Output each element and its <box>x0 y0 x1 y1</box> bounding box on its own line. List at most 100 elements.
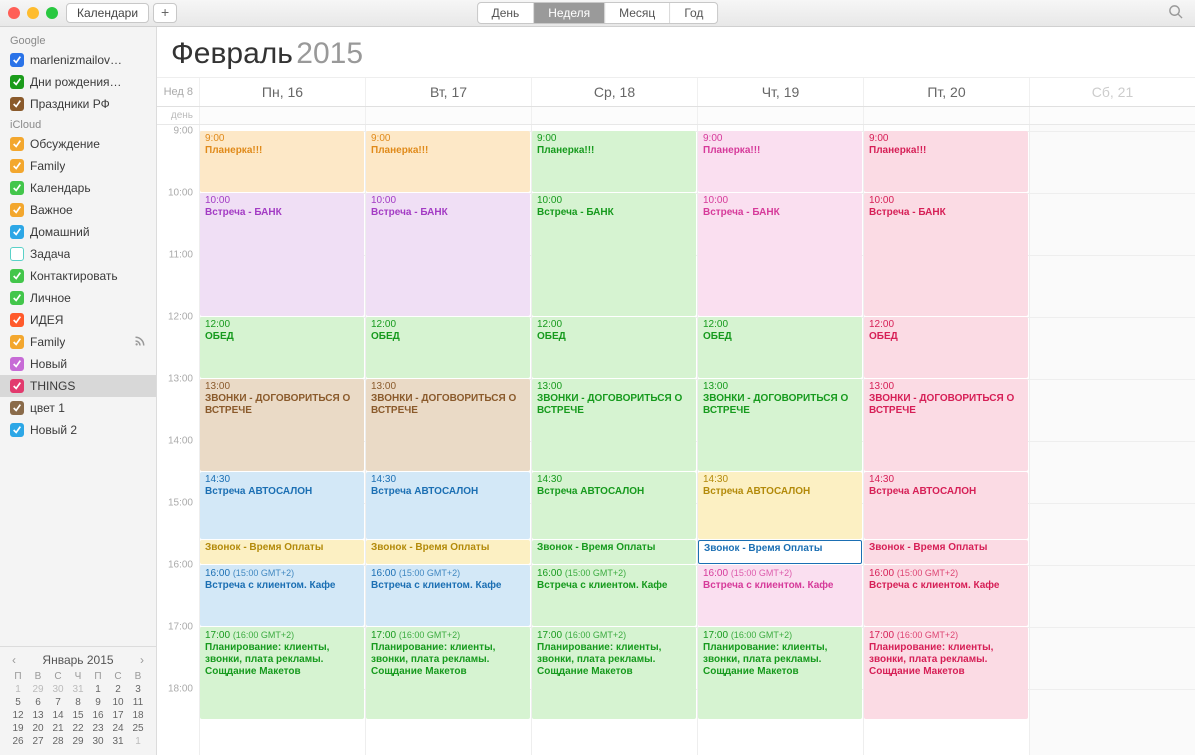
close-icon[interactable] <box>8 7 20 19</box>
mini-day[interactable]: 1 <box>128 736 148 747</box>
mini-prev-button[interactable]: ‹ <box>8 653 20 667</box>
sidebar-item[interactable]: Обсуждение <box>0 133 156 155</box>
mini-next-button[interactable]: › <box>136 653 148 667</box>
calendar-event[interactable]: 10:00Встреча - БАНК <box>864 193 1028 316</box>
calendar-checkbox[interactable] <box>10 357 24 371</box>
calendar-event[interactable]: 16:00 (15:00 GMT+2)Встреча с клиентом. К… <box>366 565 530 626</box>
search-icon[interactable] <box>1168 4 1183 22</box>
calendar-checkbox[interactable] <box>10 247 24 261</box>
sidebar-item[interactable]: Календарь <box>0 177 156 199</box>
calendar-event[interactable]: 12:00ОБЕД <box>200 317 364 378</box>
sidebar-item[interactable]: ИДЕЯ <box>0 309 156 331</box>
mini-day[interactable]: 29 <box>68 736 88 747</box>
allday-cell[interactable] <box>697 107 863 124</box>
calendar-event[interactable]: 14:30Встреча АВТОСАЛОН <box>366 472 530 539</box>
view-День[interactable]: День <box>478 3 535 23</box>
mini-day[interactable]: 19 <box>8 723 28 734</box>
calendar-event[interactable]: Звонок - Время Оплаты <box>532 540 696 564</box>
mini-day[interactable]: 22 <box>68 723 88 734</box>
calendar-event[interactable]: Звонок - Время Оплаты <box>698 540 862 564</box>
mini-day[interactable]: 2 <box>108 684 128 695</box>
allday-cell[interactable] <box>531 107 697 124</box>
mini-day[interactable]: 11 <box>128 697 148 708</box>
sidebar-item[interactable]: Новый <box>0 353 156 375</box>
mini-day[interactable]: 30 <box>88 736 108 747</box>
calendar-event[interactable]: 16:00 (15:00 GMT+2)Встреча с клиентом. К… <box>200 565 364 626</box>
calendar-event[interactable]: 16:00 (15:00 GMT+2)Встреча с клиентом. К… <box>698 565 862 626</box>
view-segmented[interactable]: ДеньНеделяМесяцГод <box>477 2 719 24</box>
mini-day[interactable]: 17 <box>108 710 128 721</box>
mini-day[interactable]: 8 <box>68 697 88 708</box>
sidebar-item[interactable]: marlenizmailov… <box>0 49 156 71</box>
day-column[interactable]: 9:00Планерка!!!10:00Встреча - БАНК12:00О… <box>531 125 697 755</box>
calendar-checkbox[interactable] <box>10 53 24 67</box>
calendar-event[interactable]: 9:00Планерка!!! <box>532 131 696 192</box>
mini-day[interactable]: 16 <box>88 710 108 721</box>
calendar-event[interactable]: 13:00ЗВОНКИ - ДОГОВОРИТЬСЯ О ВСТРЕЧЕ <box>698 379 862 471</box>
mini-day[interactable]: 23 <box>88 723 108 734</box>
sidebar-item[interactable]: Контактировать <box>0 265 156 287</box>
calendar-event[interactable]: 17:00 (16:00 GMT+2)Планирование: клиенты… <box>698 627 862 719</box>
calendar-event[interactable]: 10:00Встреча - БАНК <box>532 193 696 316</box>
mini-day[interactable]: 27 <box>28 736 48 747</box>
day-column[interactable]: 9:00Планерка!!!10:00Встреча - БАНК12:00О… <box>365 125 531 755</box>
mini-day[interactable]: 31 <box>108 736 128 747</box>
mini-day[interactable]: 18 <box>128 710 148 721</box>
sidebar-item[interactable]: Family <box>0 331 156 353</box>
day-column[interactable]: 9:00Планерка!!!10:00Встреча - БАНК12:00О… <box>697 125 863 755</box>
calendar-checkbox[interactable] <box>10 137 24 151</box>
calendar-event[interactable]: 14:30Встреча АВТОСАЛОН <box>200 472 364 539</box>
mini-day[interactable]: 9 <box>88 697 108 708</box>
sidebar-item[interactable]: Личное <box>0 287 156 309</box>
calendar-event[interactable]: 13:00ЗВОНКИ - ДОГОВОРИТЬСЯ О ВСТРЕЧЕ <box>366 379 530 471</box>
allday-cell[interactable] <box>199 107 365 124</box>
mini-day[interactable]: 10 <box>108 697 128 708</box>
calendar-checkbox[interactable] <box>10 401 24 415</box>
mini-day[interactable]: 29 <box>28 684 48 695</box>
sidebar-item[interactable]: Домашний <box>0 221 156 243</box>
calendar-event[interactable]: 9:00Планерка!!! <box>698 131 862 192</box>
calendar-event[interactable]: 10:00Встреча - БАНК <box>366 193 530 316</box>
calendar-event[interactable]: 12:00ОБЕД <box>864 317 1028 378</box>
view-Месяц[interactable]: Месяц <box>605 3 670 23</box>
minimize-icon[interactable] <box>27 7 39 19</box>
calendar-event[interactable]: 17:00 (16:00 GMT+2)Планирование: клиенты… <box>366 627 530 719</box>
view-Год[interactable]: Год <box>670 3 717 23</box>
mini-day[interactable]: 14 <box>48 710 68 721</box>
calendar-event[interactable]: 9:00Планерка!!! <box>366 131 530 192</box>
calendar-event[interactable]: 14:30Встреча АВТОСАЛОН <box>864 472 1028 539</box>
sidebar-item[interactable]: Задача <box>0 243 156 265</box>
calendar-checkbox[interactable] <box>10 203 24 217</box>
calendar-checkbox[interactable] <box>10 291 24 305</box>
mini-day[interactable]: 15 <box>68 710 88 721</box>
mini-day[interactable]: 6 <box>28 697 48 708</box>
calendar-event[interactable]: 14:30Встреча АВТОСАЛОН <box>698 472 862 539</box>
mini-day[interactable]: 5 <box>8 697 28 708</box>
calendar-checkbox[interactable] <box>10 75 24 89</box>
mini-day[interactable]: 26 <box>8 736 28 747</box>
mini-day[interactable]: 1 <box>88 684 108 695</box>
calendar-event[interactable]: 13:00ЗВОНКИ - ДОГОВОРИТЬСЯ О ВСТРЕЧЕ <box>864 379 1028 471</box>
calendar-checkbox[interactable] <box>10 335 24 349</box>
calendar-event[interactable]: Звонок - Время Оплаты <box>200 540 364 564</box>
sidebar-item[interactable]: цвет 1 <box>0 397 156 419</box>
add-button[interactable]: + <box>153 3 177 23</box>
zoom-icon[interactable] <box>46 7 58 19</box>
mini-day[interactable]: 1 <box>8 684 28 695</box>
view-Неделя[interactable]: Неделя <box>534 3 605 23</box>
calendar-event[interactable]: 17:00 (16:00 GMT+2)Планирование: клиенты… <box>200 627 364 719</box>
calendar-checkbox[interactable] <box>10 423 24 437</box>
calendar-event[interactable]: Звонок - Время Оплаты <box>864 540 1028 564</box>
calendar-checkbox[interactable] <box>10 159 24 173</box>
mini-day[interactable]: 21 <box>48 723 68 734</box>
calendar-checkbox[interactable] <box>10 379 24 393</box>
allday-cell[interactable] <box>365 107 531 124</box>
calendar-event[interactable]: 12:00ОБЕД <box>532 317 696 378</box>
sidebar-item[interactable]: Праздники РФ <box>0 93 156 115</box>
calendar-checkbox[interactable] <box>10 269 24 283</box>
mini-day[interactable]: 13 <box>28 710 48 721</box>
calendar-event[interactable]: 17:00 (16:00 GMT+2)Планирование: клиенты… <box>532 627 696 719</box>
calendar-event[interactable]: 12:00ОБЕД <box>698 317 862 378</box>
calendar-event[interactable]: 10:00Встреча - БАНК <box>200 193 364 316</box>
sidebar-item[interactable]: Дни рождения… <box>0 71 156 93</box>
